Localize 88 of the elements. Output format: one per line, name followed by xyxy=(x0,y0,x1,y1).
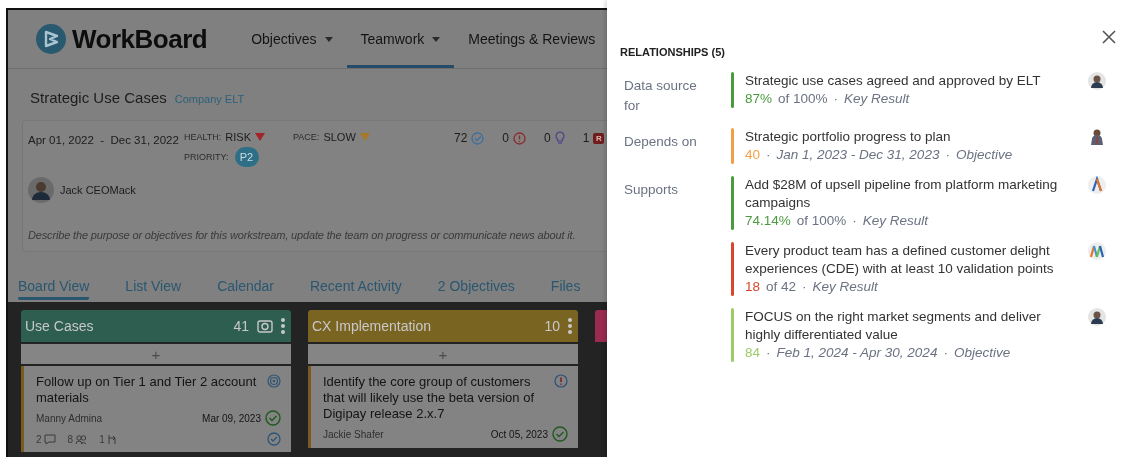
score-total: of 100% xyxy=(778,90,828,108)
meta-text: Objective xyxy=(953,344,1011,362)
relation-title[interactable]: Strategic portfolio progress to plan xyxy=(745,128,1077,146)
relation-title[interactable]: Add $28M of upsell pipeline from platform marketing campaigns xyxy=(745,176,1077,212)
nav-menu-item[interactable]: Teamwork xyxy=(346,10,455,68)
status-label: HEALTH: xyxy=(184,132,222,142)
priority-label: PRIORITY: xyxy=(184,152,229,162)
status-value: RISK xyxy=(225,131,252,143)
relation-label: Data source for xyxy=(623,77,698,115)
check-circle-icon xyxy=(471,131,485,145)
card-title: Follow up on Tier 1 and Tier 2 account materials xyxy=(36,374,258,406)
nav-menu-item[interactable]: Objectives xyxy=(237,10,347,68)
separator-dot: · xyxy=(802,278,807,296)
due-date: Oct 05, 2023 xyxy=(490,428,548,440)
m-logo-icon xyxy=(1088,242,1106,260)
task-card[interactable]: Identify the core group of customers that will likely use the beta version of Digipay release 2.x.7 Jackie Shafer Oct 05, 2023 xyxy=(308,366,578,448)
add-card-button[interactable]: + xyxy=(21,344,291,364)
count-value: 0 xyxy=(502,131,510,145)
check-circle-icon xyxy=(267,432,281,446)
avatar-icon xyxy=(28,177,54,203)
separator-dot: · xyxy=(943,344,948,362)
alert-icon xyxy=(554,374,568,388)
separator-dot: · xyxy=(852,212,857,230)
logo-icon xyxy=(36,24,66,54)
avatar-icon xyxy=(1088,72,1106,90)
stat-count: 2 xyxy=(36,433,42,445)
separator-dot: · xyxy=(766,146,771,164)
meta-text: Key Result xyxy=(844,90,910,108)
relation-title[interactable]: Every product team has a defined customer delight experiences (CDE) with at least 10 validation points xyxy=(745,242,1077,278)
meta-text: Jan 1, 2023 - Dec 31, 2023 xyxy=(776,146,940,164)
branch-icon xyxy=(106,433,119,445)
column-title: CX Implementation xyxy=(312,318,433,334)
card-owner: Manny Admina xyxy=(36,412,103,424)
separator-dot: · xyxy=(833,90,839,108)
column-count: 41 xyxy=(233,318,249,334)
meta-text: Key Result xyxy=(812,278,878,296)
task-card[interactable]: Follow up on Tier 1 and Tier 2 account materials Manny Admina Mar 09, 2023 2 8 1 xyxy=(21,366,291,452)
score-value: 74.14% xyxy=(745,212,791,230)
workstream-title: Strategic Use Cases xyxy=(30,89,167,106)
owner-name: Jack CEOMack xyxy=(60,184,136,196)
check-circle-icon xyxy=(552,426,568,442)
avatar-icon xyxy=(1088,308,1106,326)
separator-dot: · xyxy=(945,146,950,164)
report-badge: R xyxy=(593,132,605,144)
app-logo-text: WorkBoard xyxy=(72,23,208,55)
nav-menu-item[interactable]: Meetings & Reviews xyxy=(454,10,607,68)
due-date: Mar 09, 2023 xyxy=(202,412,261,424)
meta-text: Objective xyxy=(955,146,1013,164)
relation-title[interactable]: Strategic use cases agreed and approved by ELT xyxy=(745,72,1077,90)
stat-count: 8 xyxy=(67,433,74,445)
count-value: 0 xyxy=(544,131,551,145)
kebab-menu-icon xyxy=(281,318,285,334)
score-value: 40 xyxy=(745,146,761,164)
meta-text: Feb 1, 2024 - Apr 30, 2024 xyxy=(776,344,938,362)
people-icon xyxy=(75,433,88,445)
alert-icon xyxy=(513,131,527,145)
score-value: 18 xyxy=(745,278,761,296)
meta-text: Key Result xyxy=(862,212,929,230)
relation-label: Supports xyxy=(623,181,680,199)
lightbulb-icon xyxy=(554,131,565,145)
column-title: Use Cases xyxy=(25,318,95,334)
separator-dot: · xyxy=(766,344,771,362)
priority-badge: P2 xyxy=(234,147,259,167)
score-value: 84 xyxy=(745,344,761,362)
card-title: Identify the core group of customers that will likely use the beta version of Digipay release 2.x.7 xyxy=(323,374,535,422)
count-value: 1 xyxy=(582,131,590,145)
relation-label: Depends on xyxy=(623,133,698,151)
score-value: 87% xyxy=(745,90,773,108)
score-total: of 100% xyxy=(796,212,847,230)
date-range: Apr 01, 2022 - Dec 31, 2022 xyxy=(28,133,180,146)
panel-title: RELATIONSHIPS (5) xyxy=(620,46,726,58)
close-icon xyxy=(1102,30,1116,44)
card-owner: Jackie Shafer xyxy=(323,428,384,440)
relation-title[interactable]: FOCUS on the right market segments and deliver highly differentiated value xyxy=(745,308,1077,344)
score-total: of 42 xyxy=(766,278,797,296)
person-icon xyxy=(1088,128,1106,146)
check-circle-icon xyxy=(265,410,281,426)
add-card-button[interactable]: + xyxy=(308,344,578,364)
column-count: 10 xyxy=(544,318,560,334)
target-icon xyxy=(267,374,281,388)
kebab-menu-icon xyxy=(568,318,572,334)
status-value: SLOW xyxy=(323,131,356,143)
a-logo-icon xyxy=(1088,176,1106,194)
count-value: 72 xyxy=(454,131,468,145)
status-label: PACE: xyxy=(293,132,320,142)
stat-count: 1 xyxy=(99,433,105,445)
comment-icon xyxy=(43,433,56,445)
description-text[interactable]: Describe the purpose or objectives for this workstream, update the team on progress or communicate news about it. xyxy=(28,229,607,241)
